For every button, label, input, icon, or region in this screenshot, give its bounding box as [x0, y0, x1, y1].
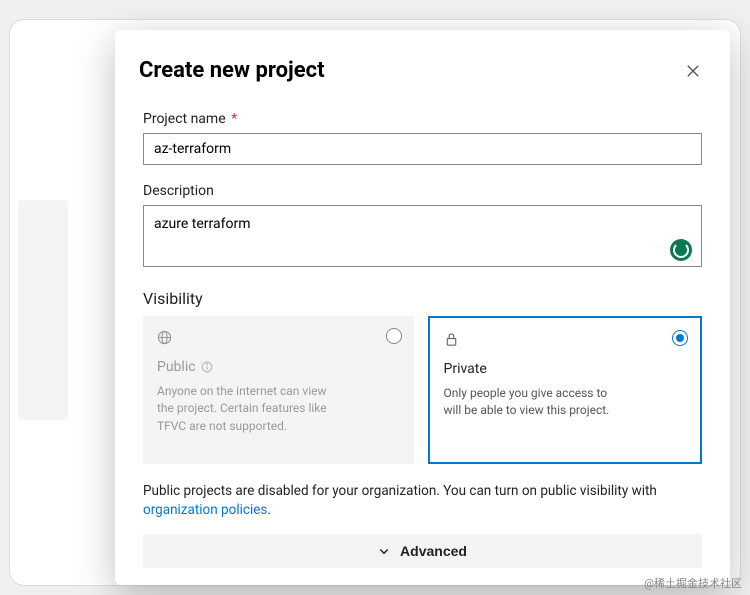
description-label: Description: [143, 183, 702, 199]
visibility-hint: Public projects are disabled for your or…: [135, 482, 702, 520]
visibility-label: Visibility: [135, 289, 702, 308]
globe-icon: [157, 330, 172, 345]
organization-policies-link[interactable]: organization policies: [143, 502, 267, 518]
modal-title: Create new project: [139, 58, 325, 83]
private-description: Only people you give access to will be a…: [444, 385, 614, 420]
close-icon: [686, 64, 700, 78]
project-name-label: Project name *: [143, 111, 702, 127]
public-description: Anyone on the internet can view the proj…: [157, 383, 327, 435]
background-sidebar: [18, 200, 68, 420]
lock-icon: [444, 332, 459, 347]
public-radio[interactable]: [386, 328, 402, 344]
create-project-modal: Create new project Project name * Descri…: [115, 30, 730, 585]
chevron-down-icon: [378, 545, 390, 557]
required-marker: *: [231, 111, 237, 127]
advanced-toggle[interactable]: Advanced: [143, 534, 702, 568]
description-input[interactable]: [143, 205, 702, 267]
info-icon: [201, 361, 213, 373]
project-name-input[interactable]: [143, 133, 702, 165]
visibility-option-private[interactable]: Private Only people you give access to w…: [428, 316, 703, 464]
watermark: @稀土掘金技术社区: [644, 575, 742, 591]
grammar-check-icon[interactable]: [670, 239, 692, 261]
visibility-option-public[interactable]: Public Anyone on the internet can view t…: [143, 316, 414, 464]
visibility-options: Public Anyone on the internet can view t…: [135, 316, 702, 464]
modal-header: Create new project: [135, 58, 702, 83]
project-name-field: Project name *: [135, 111, 702, 165]
private-radio[interactable]: [672, 330, 688, 346]
public-title: Public: [157, 359, 400, 375]
close-button[interactable]: [684, 62, 702, 80]
description-field: Description: [135, 183, 702, 271]
private-title: Private: [444, 361, 687, 377]
